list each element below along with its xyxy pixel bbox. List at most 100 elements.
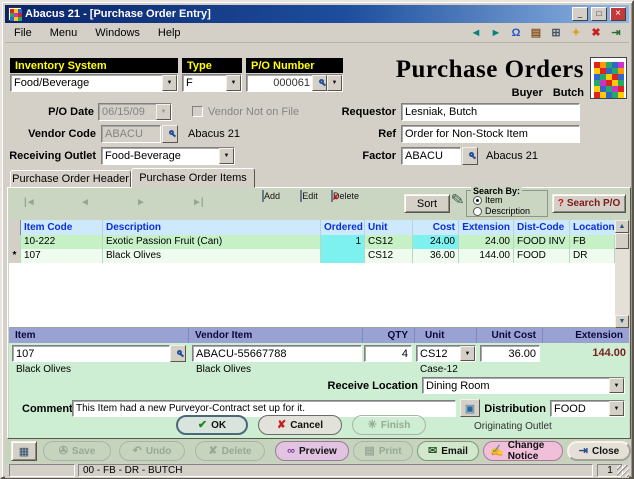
chevron-down-icon[interactable]: ▼ <box>460 346 475 361</box>
exit-icon[interactable]: ✖ <box>587 25 605 41</box>
scroll-down-icon[interactable]: ▼ <box>615 315 629 328</box>
radio-item-icon[interactable] <box>473 195 482 205</box>
search-by-description-option[interactable]: Description <box>473 206 530 216</box>
qty-input[interactable] <box>364 345 412 362</box>
change-notice-button[interactable]: ✍ Change Notice <box>483 440 563 462</box>
menu-file[interactable]: File <box>5 24 41 42</box>
buyer-value: Butch <box>552 87 584 99</box>
unit-cost-input[interactable] <box>480 345 540 362</box>
pencil-icon: ✎ <box>449 191 466 210</box>
chevron-down-icon[interactable]: ▼ <box>162 75 177 91</box>
grid-toolbar-button[interactable]: ▦ <box>11 441 37 461</box>
inventory-system-label: Inventory System <box>10 58 178 73</box>
menu-windows[interactable]: Windows <box>86 24 149 42</box>
chevron-down-icon[interactable]: ▼ <box>226 75 241 91</box>
table-row[interactable]: * 107 Black Olives CS12 36.00 144.00 FOO… <box>9 249 615 263</box>
close-form-button[interactable]: ⇥ Close <box>567 441 631 461</box>
grid-column-header[interactable]: Item Code <box>21 220 103 235</box>
close-button[interactable]: × <box>610 7 626 21</box>
item-input[interactable] <box>12 345 170 362</box>
item-search-icon[interactable] <box>170 345 186 362</box>
vendor-code-input <box>101 125 161 143</box>
scrollbar-thumb[interactable] <box>615 233 629 249</box>
chevron-down-icon[interactable]: ▼ <box>609 378 624 393</box>
detail-header-band: Item Vendor Item QTY Unit Unit Cost Exte… <box>9 328 629 343</box>
minimize-button[interactable]: _ <box>572 7 588 21</box>
receiving-outlet-select[interactable]: Food-Beverage ▼ <box>101 147 235 165</box>
purchase-order-items-panel: |◄ ◄ ► ►| Add Edit ✘ Delete Sort ✎ Searc… <box>7 186 631 439</box>
book-icon[interactable]: ▤ <box>527 25 545 41</box>
chevron-down-icon[interactable]: ▼ <box>609 401 624 416</box>
door-exit-icon: ⇥ <box>578 444 588 457</box>
save-icon: ✇ <box>58 444 68 457</box>
app-window: Abacus 21 - [Purchase Order Entry] _ □ ×… <box>0 0 634 479</box>
requestor-input[interactable] <box>401 103 580 121</box>
factor-search-icon[interactable] <box>462 147 478 165</box>
table-row[interactable]: 10-222 Exotic Passion Fruit (Can) 1 CS12… <box>9 235 615 249</box>
resize-grip[interactable] <box>617 465 629 477</box>
inventory-system-select[interactable]: Food/Beverage ▼ <box>10 74 178 92</box>
cell-location: FB <box>570 235 615 249</box>
cell-description: Black Olives <box>103 249 321 263</box>
scroll-up-icon[interactable]: ▲ <box>615 220 629 233</box>
add-button[interactable]: Add <box>254 190 288 202</box>
ok-label: OK <box>211 419 227 431</box>
detail-vendor-item-label: Vendor Item <box>189 328 363 343</box>
chevron-down-icon[interactable]: ▼ <box>327 75 342 91</box>
bell-icon[interactable]: Ω <box>507 25 525 41</box>
search-by-item-option[interactable]: Item <box>473 195 503 205</box>
chevron-down-icon: ▼ <box>156 104 171 120</box>
factor-input[interactable] <box>401 147 461 165</box>
search-icon[interactable] <box>312 75 327 91</box>
save-button: ✇ Save <box>43 441 111 461</box>
grid-column-header[interactable]: Dist-Code <box>514 220 570 235</box>
distribution-select[interactable]: FOOD ▼ <box>550 400 625 417</box>
print-label: Print <box>378 445 402 457</box>
preview-button[interactable]: ∞ Preview <box>275 441 349 461</box>
tab-purchase-order-items[interactable]: Purchase Order Items <box>131 168 255 188</box>
door-icon[interactable]: ⇥ <box>607 25 625 41</box>
runner-icon[interactable]: ✦ <box>567 25 585 41</box>
vendor-search-icon[interactable] <box>162 125 178 143</box>
grid-column-header[interactable]: Description <box>103 220 321 235</box>
menu-help[interactable]: Help <box>149 24 190 42</box>
grid-column-header[interactable]: Ordered <box>321 220 365 235</box>
nav-back-icon[interactable]: ◄ <box>467 25 485 41</box>
receive-location-select[interactable]: Dining Room ▼ <box>422 377 625 394</box>
grid-column-header[interactable]: Extension <box>459 220 514 235</box>
abacus-logo <box>590 57 627 99</box>
cell-dist-code: FOOD INV <box>514 235 570 249</box>
edit-button[interactable]: Edit <box>292 190 326 202</box>
ok-button[interactable]: ✔ OK <box>176 415 248 435</box>
type-label: Type <box>182 58 242 73</box>
email-button[interactable]: ✉ Email <box>417 441 479 461</box>
title-bar: Abacus 21 - [Purchase Order Entry] _ □ × <box>5 5 629 23</box>
tab-purchase-order-header[interactable]: Purchase Order Header <box>10 170 131 188</box>
receive-location-label: Receive Location <box>327 380 418 392</box>
grid-column-header[interactable]: Location <box>570 220 615 235</box>
vendor-item-input[interactable] <box>192 345 362 362</box>
nav-forward-icon[interactable]: ► <box>487 25 505 41</box>
sort-button[interactable]: Sort <box>404 194 450 213</box>
maximize-button[interactable]: □ <box>591 7 607 21</box>
cell-unit: CS12 <box>365 249 413 263</box>
preview-label: Preview <box>299 445 337 457</box>
search-po-button[interactable]: ? Search P/O <box>552 194 626 213</box>
po-number-field[interactable]: 000061 ▼ <box>246 74 343 92</box>
grid-scrollbar[interactable]: ▲ ▼ <box>615 220 629 328</box>
type-select[interactable]: F ▼ <box>182 74 242 92</box>
menu-menu[interactable]: Menu <box>41 24 87 42</box>
grid-column-header[interactable]: Unit <box>365 220 413 235</box>
cancel-button[interactable]: ✘ Cancel <box>258 415 342 435</box>
cell-ordered: 1 <box>321 235 365 249</box>
chevron-down-icon[interactable]: ▼ <box>219 148 234 164</box>
grid-column-header[interactable]: Cost <box>413 220 459 235</box>
calculator-icon[interactable]: ⊞ <box>547 25 565 41</box>
factor-label: Factor <box>362 150 396 162</box>
radio-description-icon[interactable] <box>473 206 482 216</box>
ref-input[interactable] <box>401 125 580 143</box>
delete-button[interactable]: ✘ Delete <box>328 190 362 202</box>
prev-record-button: ◄ <box>80 197 90 208</box>
buyer-line: Buyer Butch <box>392 87 584 99</box>
unit-select[interactable]: CS12 ▼ <box>416 345 476 362</box>
